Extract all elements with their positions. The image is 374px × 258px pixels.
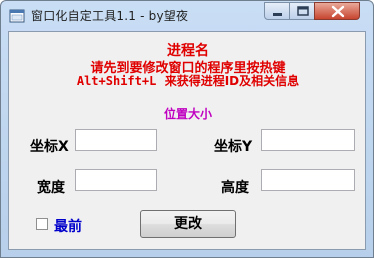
section-title: 位置大小 [163,107,212,121]
app-window-icon [9,8,25,24]
x-label: 坐标X [30,139,69,155]
close-icon [331,5,345,18]
maximize-icon [297,6,309,16]
topmost-label[interactable]: 最前 [54,216,82,236]
width-input[interactable] [75,169,157,191]
change-button[interactable]: 更改 [140,210,236,238]
y-input[interactable] [261,129,355,151]
y-label: 坐标Y [214,139,253,155]
width-label: 宽度 [37,180,65,196]
close-button[interactable] [314,2,360,20]
app-window: 窗口化自定工具1.1 - by望夜 进程名 请先到要修改窗口的程序里按热键 Al… [0,0,374,258]
x-input[interactable] [75,129,157,151]
client-area: 进程名 请先到要修改窗口的程序里按热键 Alt+Shift+L 来获得进程ID及… [8,31,366,250]
minimize-button[interactable] [264,2,290,20]
caption-buttons [264,2,366,21]
height-input[interactable] [261,169,355,191]
window-title: 窗口化自定工具1.1 - by望夜 [31,9,189,23]
minimize-icon [273,13,282,16]
hotkey-line: Alt+Shift+L 来获得进程ID及相关信息 [9,72,367,89]
topmost-checkbox[interactable] [36,218,48,230]
hotkey-text: Alt+Shift+L [76,74,157,88]
title-bar[interactable]: 窗口化自定工具1.1 - by望夜 [1,1,373,31]
hotkey-description: 来获得进程ID及相关信息 [164,74,300,88]
height-label: 高度 [221,180,249,196]
maximize-button[interactable] [289,2,315,20]
